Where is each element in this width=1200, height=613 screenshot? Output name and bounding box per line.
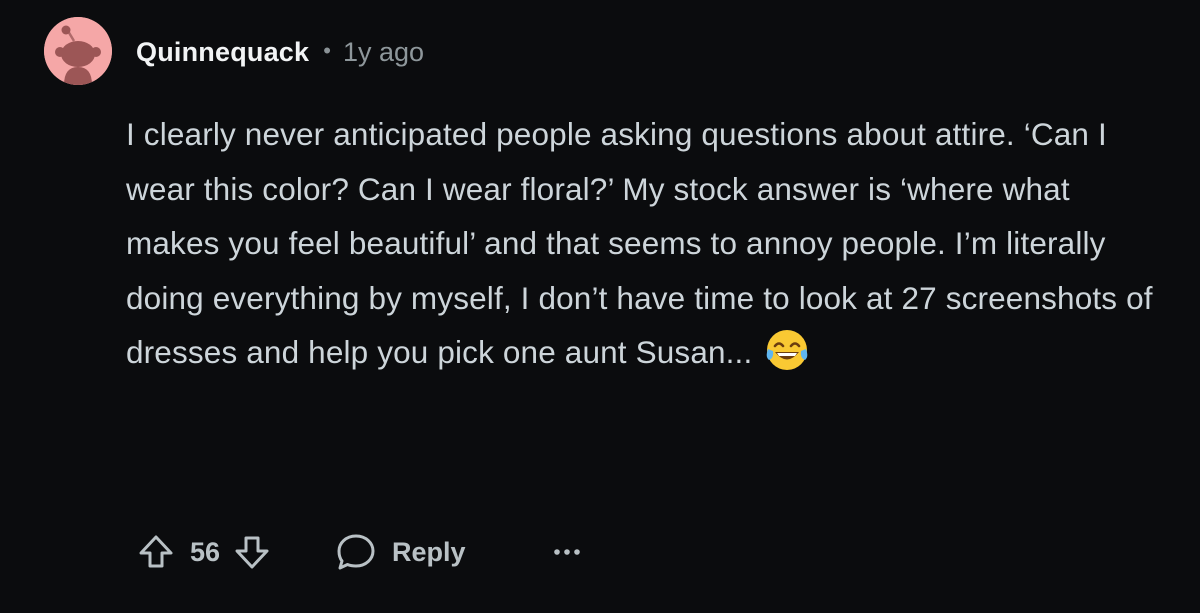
more-options-button[interactable]: [552, 537, 582, 567]
timestamp[interactable]: 1y ago: [343, 37, 424, 68]
avatar[interactable]: [44, 17, 112, 85]
reply-label: Reply: [392, 536, 466, 567]
username[interactable]: Quinnequack: [136, 37, 309, 68]
arrow-up-icon: [139, 535, 173, 568]
arrow-down-icon: [235, 536, 269, 569]
comment-body: I clearly never anticipated people askin…: [126, 107, 1166, 380]
comment-header: Quinnequack • 1y ago: [136, 30, 424, 74]
comment-actions: 56 Reply: [130, 526, 582, 578]
comment-text: I clearly never anticipated people askin…: [126, 116, 1162, 370]
upvote-button[interactable]: [134, 530, 178, 574]
vote-count: 56: [190, 536, 221, 567]
snoo-avatar-icon: [44, 17, 112, 85]
face-with-tears-of-joy-icon: [767, 330, 808, 370]
speech-bubble-icon: [337, 534, 375, 570]
separator-dot: •: [323, 38, 331, 63]
downvote-button[interactable]: [230, 530, 274, 574]
comment-card: Quinnequack • 1y ago I clearly never ant…: [0, 0, 1200, 613]
reply-button[interactable]: Reply: [334, 530, 466, 574]
ellipsis-icon: [553, 549, 580, 555]
